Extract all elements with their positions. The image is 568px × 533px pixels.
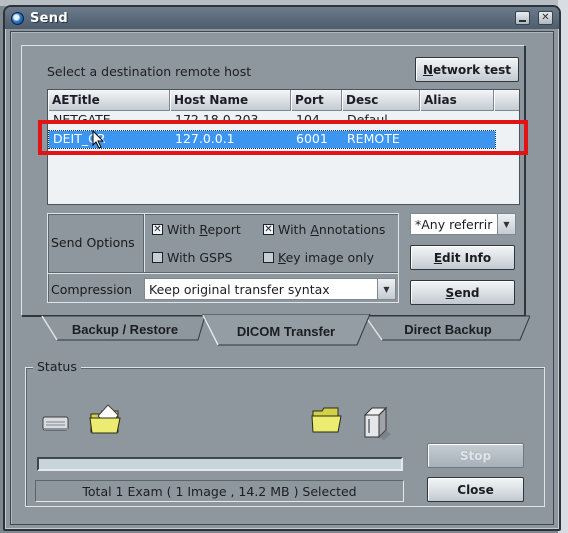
close-window-button[interactable]: ✕ xyxy=(538,11,553,25)
cell-port: 104 xyxy=(296,112,320,127)
tab-dicom-transfer[interactable]: DICOM Transfer xyxy=(205,320,367,344)
checkbox-unchecked-icon xyxy=(263,252,274,263)
window-title: Send xyxy=(30,10,68,26)
with-annotations-label: With Annotations xyxy=(278,222,386,237)
title-bar[interactable]: Send ✕ xyxy=(5,7,559,29)
column-header-host-name[interactable]: Host Name xyxy=(170,90,291,111)
compression-value: Keep original transfer syntax xyxy=(149,281,330,297)
edit-info-label: Edit Info xyxy=(433,250,492,265)
key-image-only-label: Key image only xyxy=(278,250,374,265)
checkbox-checked-icon: ✕ xyxy=(263,224,274,235)
referring-physician-select[interactable]: *Any referrir ▼ xyxy=(410,213,516,235)
chevron-down-icon[interactable]: ▼ xyxy=(377,279,395,299)
list-header: AETitle Host Name Port Desc Alias xyxy=(48,90,519,111)
tab-direct-backup[interactable]: Direct Backup xyxy=(368,320,528,340)
column-header-port[interactable]: Port xyxy=(291,90,342,111)
cell-port: 6001 xyxy=(296,131,328,146)
close-button[interactable]: Close xyxy=(427,477,524,502)
pointer-icon xyxy=(92,130,105,149)
cell-host: 172.18.0.203 xyxy=(175,112,259,127)
cell-aetitle: NETGATE xyxy=(53,112,111,127)
transfer-progress-bar xyxy=(37,457,403,471)
column-header-desc[interactable]: Desc xyxy=(342,90,420,111)
list-row-netgate[interactable]: NETGATE 172.18.0.203 104 Defaul... xyxy=(49,112,495,129)
stop-button[interactable]: Stop xyxy=(427,443,524,468)
network-test-label: etwork test xyxy=(433,62,512,77)
column-header-alias[interactable]: Alias xyxy=(420,90,494,111)
destination-prompt: Select a destination remote host xyxy=(47,64,252,79)
cell-host: 127.0.0.1 xyxy=(175,131,235,146)
tab-backup-restore[interactable]: Backup / Restore xyxy=(45,320,205,340)
open-folder-icon xyxy=(89,404,121,434)
column-header-filler xyxy=(494,90,519,111)
column-header-aetitle[interactable]: AETitle xyxy=(48,90,170,111)
server-icon xyxy=(363,406,391,440)
referring-value: *Any referrir xyxy=(415,216,493,232)
compression-label: Compression xyxy=(51,282,133,297)
folder-icon xyxy=(311,407,342,433)
list-row-deit-cr-selected[interactable]: DEIT_CR 127.0.0.1 6001 REMOTE xyxy=(48,130,496,149)
edit-info-button[interactable]: Edit Info xyxy=(410,245,515,270)
cell-desc: REMOTE xyxy=(347,131,400,146)
chevron-down-icon[interactable]: ▼ xyxy=(497,214,515,234)
app-icon xyxy=(11,11,24,25)
cell-desc: Defaul... xyxy=(347,112,400,127)
with-annotations-checkbox[interactable]: ✕ With Annotations xyxy=(263,222,385,237)
with-report-label: With Report xyxy=(167,222,241,237)
cell-alias xyxy=(421,131,495,148)
mnemonic: N xyxy=(422,62,433,77)
with-gsps-label: With GSPS xyxy=(167,250,233,265)
remote-host-list[interactable]: AETitle Host Name Port Desc Alias NETGAT… xyxy=(47,89,520,205)
cell-alias xyxy=(421,112,495,129)
send-button[interactable]: Send xyxy=(410,280,515,305)
local-drive-icon xyxy=(42,416,69,431)
divider xyxy=(48,273,398,274)
with-gsps-checkbox[interactable]: With GSPS xyxy=(152,250,232,265)
send-label: Send xyxy=(445,285,480,300)
cell-aetitle: DEIT_CR xyxy=(53,131,106,146)
divider xyxy=(144,214,145,273)
checkbox-checked-icon: ✕ xyxy=(152,224,163,235)
selection-summary: Total 1 Exam ( 1 Image , 14.2 MB ) Selec… xyxy=(35,480,404,502)
status-legend: Status xyxy=(33,359,81,374)
compression-select[interactable]: Keep original transfer syntax ▼ xyxy=(144,278,396,300)
with-report-checkbox[interactable]: ✕ With Report xyxy=(152,222,241,237)
key-image-only-checkbox[interactable]: Key image only xyxy=(263,250,374,265)
minimize-button[interactable] xyxy=(515,11,530,25)
network-test-button[interactable]: Network test xyxy=(415,57,519,82)
checkbox-unchecked-icon xyxy=(152,252,163,263)
send-options-label: Send Options xyxy=(51,235,135,250)
